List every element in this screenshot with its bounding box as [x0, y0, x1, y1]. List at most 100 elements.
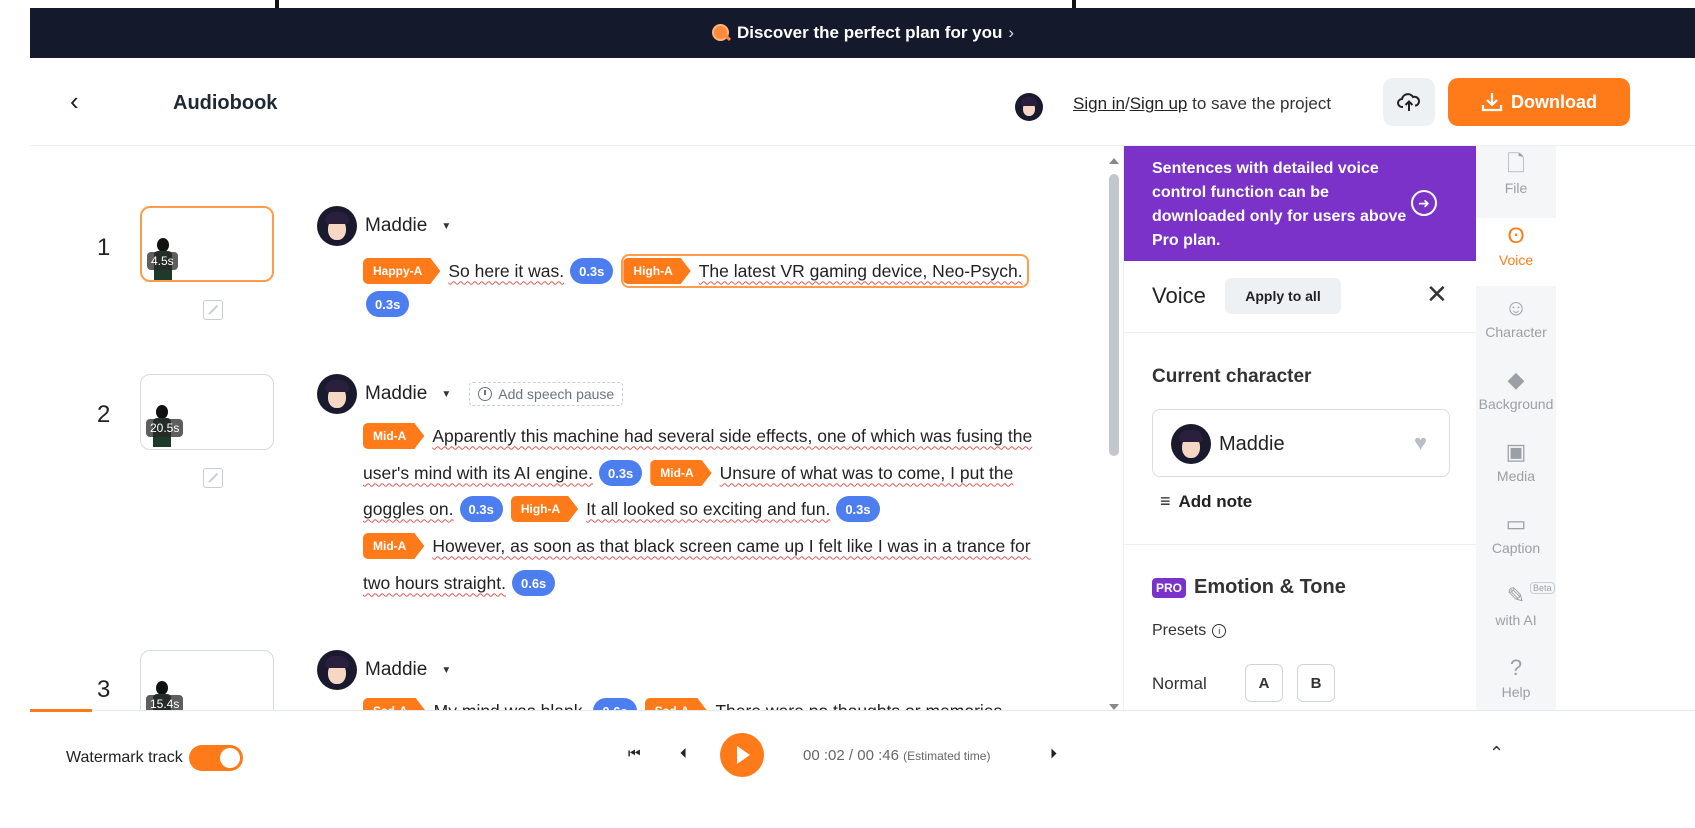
sentence[interactable]: Apparently this machine had several side…	[432, 426, 1032, 447]
script-scrollbar[interactable]	[1108, 158, 1120, 710]
sentence[interactable]: So here it was.	[448, 261, 564, 282]
signin-prompt: Sign in/Sign up to save the project	[1073, 94, 1331, 114]
scene-thumbnail[interactable]: 4.5s	[140, 206, 274, 282]
script-line: Mid-A Apparently this machine had severa…	[363, 423, 1032, 449]
pro-notice-banner[interactable]: Sentences with detailed voice control fu…	[1124, 146, 1476, 261]
sentence[interactable]: However, as soon as that black screen ca…	[432, 536, 1030, 557]
sentence[interactable]: user's mind with its AI engine.	[363, 463, 593, 484]
tab-label: Character	[1485, 324, 1547, 340]
emotion-tag[interactable]: Mid-A	[363, 533, 424, 559]
playback-progress[interactable]	[30, 709, 93, 712]
tab-file[interactable]: 🗋 File	[1476, 146, 1556, 214]
sentence[interactable]: goggles on.	[363, 499, 454, 520]
magnifier-icon	[711, 23, 731, 43]
preset-b-button[interactable]: B	[1297, 664, 1335, 702]
tab-label: Background	[1478, 396, 1554, 412]
player-bar: Watermark track ⏮ ⏴ 00 :02 / 00 :46 (Est…	[30, 709, 1695, 828]
sentence[interactable]: two hours straight.	[363, 573, 506, 594]
next-icon[interactable]: ⏵	[1050, 745, 1057, 762]
speaker-selector[interactable]: Maddie ▼	[317, 650, 451, 690]
skip-to-start-icon[interactable]: ⏮	[628, 745, 641, 762]
edit-scene-icon[interactable]	[203, 468, 223, 488]
speaker-selector[interactable]: Maddie ▼ Add speech pause	[317, 374, 624, 414]
pause-chip[interactable]: 0.3s	[570, 258, 614, 284]
tab-background[interactable]: ◆ Background	[1476, 362, 1556, 430]
add-speech-pause-button[interactable]: Add speech pause	[469, 382, 624, 406]
paint-bucket-icon: ◆	[1507, 367, 1525, 392]
promo-banner[interactable]: Discover the perfect plan for you ›	[30, 8, 1695, 58]
sentence[interactable]: It all looked so exciting and fun.	[586, 499, 830, 520]
download-label: Download	[1511, 91, 1597, 112]
pause-chip[interactable]: 0.3s	[459, 496, 503, 522]
script-line: goggles on. 0.3s High-A It all looked so…	[363, 496, 888, 522]
sign-up-link[interactable]: Sign up	[1130, 94, 1188, 113]
scroll-up-arrow-icon[interactable]	[1109, 158, 1119, 164]
previous-icon[interactable]: ⏴	[680, 745, 687, 762]
voice-panel: Sentences with detailed voice control fu…	[1123, 146, 1476, 718]
speaker-name: Maddie	[365, 659, 428, 680]
play-button[interactable]	[720, 733, 764, 777]
watermark-toggle[interactable]	[188, 745, 243, 771]
tab-voice[interactable]: ʘ Voice	[1476, 218, 1556, 286]
tab-media[interactable]: ▣ Media	[1476, 434, 1556, 502]
scene-thumbnail[interactable]: 20.5s	[140, 374, 274, 450]
caret-down-icon: ▼	[441, 220, 452, 232]
script-line: 0.3s	[363, 291, 417, 317]
presets-text: Presets	[1152, 622, 1207, 639]
tab-character[interactable]: ☺ Character	[1476, 290, 1556, 358]
arrow-right-circle-icon[interactable]: ➜	[1411, 190, 1437, 216]
expand-up-icon[interactable]: ⌃	[1489, 743, 1504, 764]
promo-text: Discover the perfect plan for you	[736, 23, 1003, 42]
time-readout: 00 :02 / 00 :46 (Estimated time)	[803, 747, 991, 764]
tab-label: Help	[1501, 684, 1531, 700]
tab-help[interactable]: ? Help	[1476, 650, 1556, 718]
duration-badge: 4.5s	[147, 252, 178, 270]
back-arrow-icon[interactable]: ‹	[70, 88, 96, 114]
cloud-upload-button[interactable]	[1383, 78, 1435, 126]
scroll-thumb[interactable]	[1109, 174, 1119, 456]
preset-a-button[interactable]: A	[1245, 664, 1283, 702]
voice-panel-header: Voice Apply to all ✕	[1124, 261, 1476, 333]
emotion-tag[interactable]: Mid-A	[363, 423, 424, 449]
clock-icon	[478, 387, 493, 401]
tab-with-ai[interactable]: ✎ Beta with AI	[1476, 578, 1556, 646]
sign-in-link[interactable]: Sign in	[1073, 94, 1125, 113]
emotion-tag[interactable]: Mid-A	[650, 460, 711, 486]
script-line: two hours straight. 0.6s	[363, 570, 563, 596]
current-time: 00 :02	[803, 747, 845, 764]
add-note-button[interactable]: ≡ Add note	[1160, 491, 1252, 512]
divider	[1124, 544, 1476, 545]
apply-to-all-button[interactable]: Apply to all	[1225, 278, 1341, 314]
row-number: 3	[97, 676, 111, 703]
pause-chip[interactable]: 0.3s	[598, 460, 643, 486]
script-line: user's mind with its AI engine. 0.3s Mid…	[363, 460, 1013, 486]
sentence[interactable]: The latest VR gaming device, Neo-Psych.	[699, 261, 1023, 282]
emotion-tag[interactable]: High-A	[623, 258, 690, 284]
close-icon[interactable]: ✕	[1426, 281, 1448, 307]
voice-icon: ʘ	[1507, 223, 1525, 248]
presets-label: Presets i	[1152, 622, 1227, 640]
info-icon[interactable]: i	[1212, 624, 1227, 638]
pause-chip[interactable]: 0.3s	[366, 291, 410, 317]
tab-label: File	[1504, 180, 1528, 196]
emotion-section-title: PRO Emotion & Tone	[1152, 576, 1346, 599]
avatar[interactable]	[1015, 93, 1043, 121]
caret-down-icon: ▼	[441, 664, 452, 676]
edit-scene-icon[interactable]	[203, 300, 223, 320]
scene-thumbnail[interactable]: 15.4s	[140, 650, 274, 718]
current-character-card[interactable]: Maddie ♥	[1152, 409, 1450, 477]
tab-label: Media	[1496, 468, 1536, 484]
heart-icon[interactable]: ♥	[1414, 430, 1427, 456]
pause-chip[interactable]: 0.3s	[836, 496, 880, 522]
tab-caption[interactable]: ▭ Caption	[1476, 506, 1556, 574]
sentence[interactable]: Unsure of what was to come, I put the	[720, 463, 1014, 484]
emotion-tag[interactable]: Happy-A	[363, 258, 440, 284]
chrome-tick	[275, 0, 279, 8]
avatar	[317, 206, 357, 246]
speaker-selector[interactable]: Maddie ▼	[317, 206, 451, 246]
selected-sentence[interactable]: High-A The latest VR gaming device, Neo-…	[621, 254, 1029, 288]
pause-chip[interactable]: 0.6s	[511, 570, 556, 596]
download-button[interactable]: Download	[1448, 78, 1630, 126]
emotion-tag[interactable]: High-A	[511, 496, 578, 522]
cloud-upload-icon	[1397, 93, 1420, 111]
